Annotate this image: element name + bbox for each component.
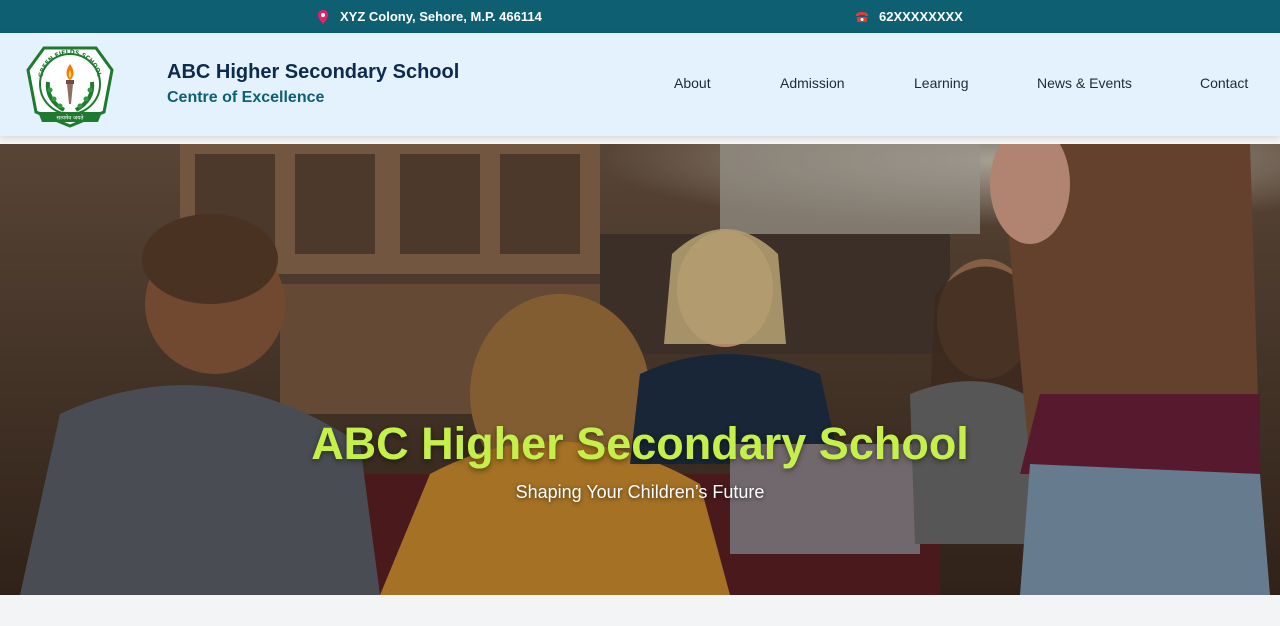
address-info: XYZ Colony, Sehore, M.P. 466114 [316,0,542,33]
nav-about[interactable]: About [674,75,711,91]
hero-banner: ABC Higher Secondary School Shaping Your… [0,144,1280,595]
site-header: GREEN FIELDS SCHOOL सत्यमेव जयते ABC Hig… [0,33,1280,136]
nav-contact[interactable]: Contact [1200,75,1248,91]
address-text: XYZ Colony, Sehore, M.P. 466114 [340,9,542,24]
brand-block: ABC Higher Secondary School Centre of Ex… [167,60,459,108]
top-info-bar: XYZ Colony, Sehore, M.P. 466114 62XXXXXX… [0,0,1280,33]
svg-text:सत्यमेव जयते: सत्यमेव जयते [56,115,84,122]
map-pin-icon [316,9,330,24]
page-bottom-strip [0,595,1280,626]
hero-overlay [0,144,1280,595]
phone-info[interactable]: 62XXXXXXXX [855,0,963,33]
phone-text[interactable]: 62XXXXXXXX [879,9,963,24]
nav-news-events[interactable]: News & Events [1037,75,1132,91]
nav-admission[interactable]: Admission [780,75,845,91]
school-logo[interactable]: GREEN FIELDS SCHOOL सत्यमेव जयते [24,42,116,128]
telephone-icon [855,10,869,24]
hero-title: ABC Higher Secondary School [311,418,969,469]
nav-learning[interactable]: Learning [914,75,969,91]
school-name: ABC Higher Secondary School [167,61,460,83]
hero-subtitle: Shaping Your Children’s Future [515,482,765,502]
school-tagline: Centre of Excellence [167,89,325,106]
